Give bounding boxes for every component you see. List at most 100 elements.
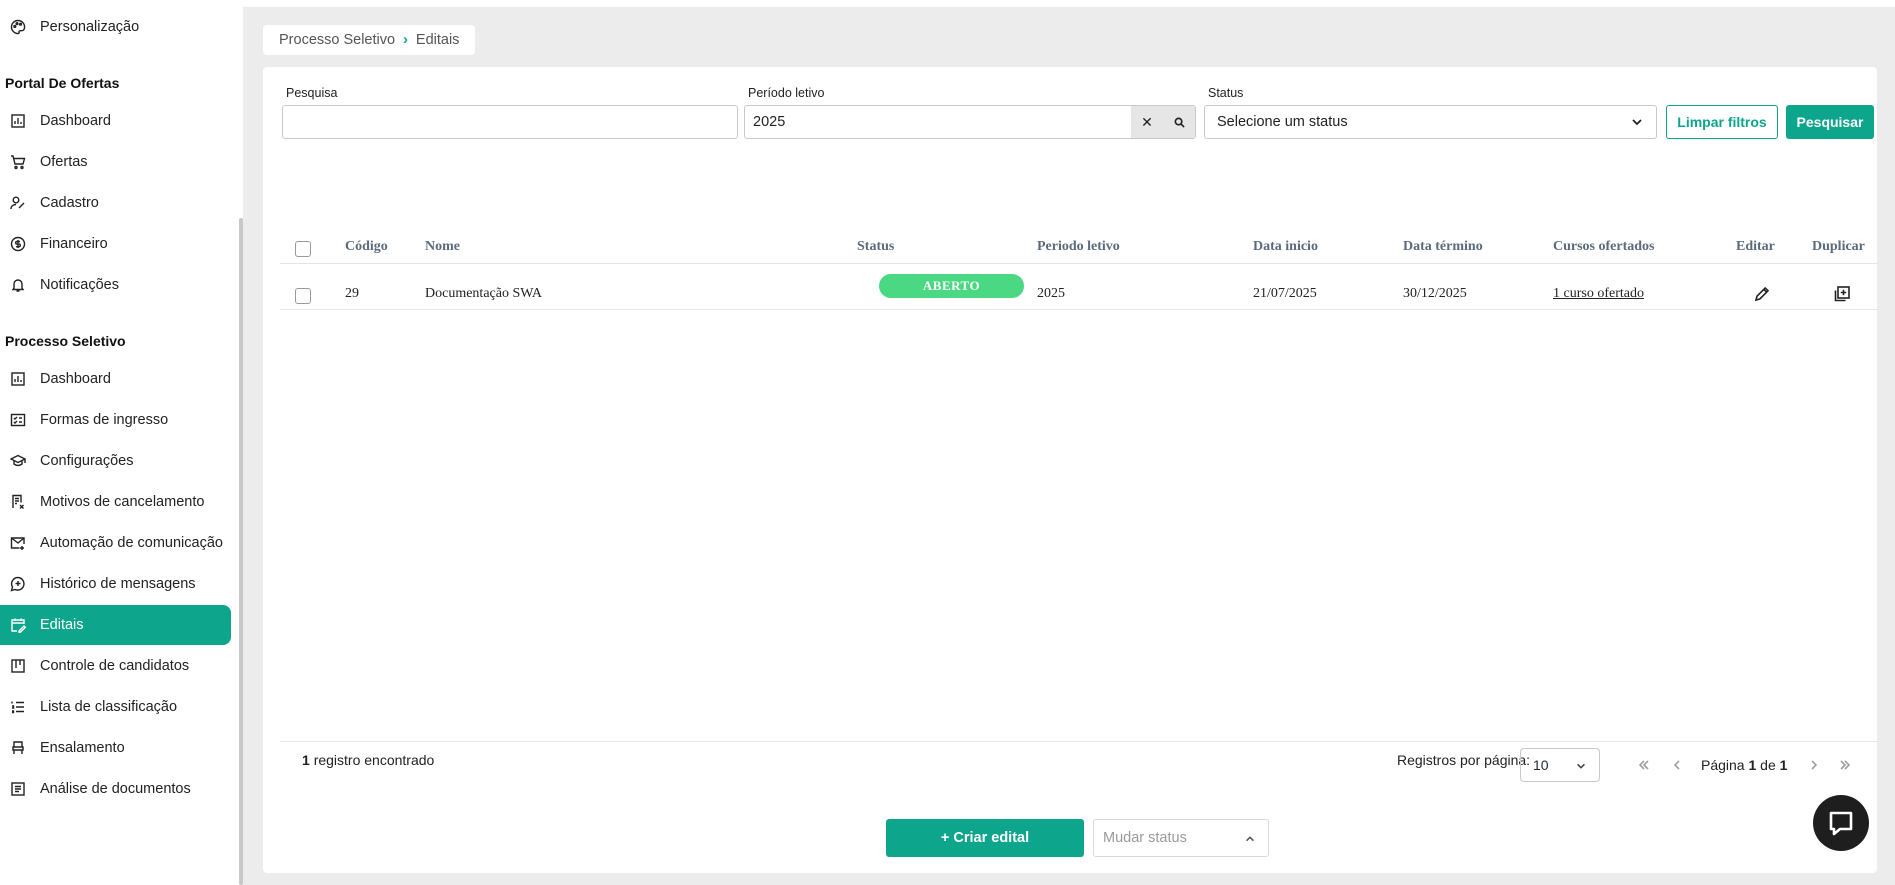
create-edital-button[interactable]: + Criar edital bbox=[886, 819, 1084, 857]
chevron-right-icon: › bbox=[403, 32, 408, 48]
per-page-value: 10 bbox=[1533, 757, 1549, 773]
page-of: de bbox=[1760, 757, 1776, 773]
row-checkbox[interactable] bbox=[295, 288, 311, 304]
chat-add-icon bbox=[10, 576, 26, 592]
cell-periodo: 2025 bbox=[1037, 286, 1065, 301]
sidebar-item-financeiro[interactable]: Financeiro bbox=[0, 224, 231, 264]
edit-pencil-icon[interactable] bbox=[1753, 285, 1771, 303]
footer-divider bbox=[280, 741, 1878, 742]
sidebar-item-label: Financeiro bbox=[40, 236, 108, 252]
per-page-label: Registros por página: bbox=[1397, 752, 1531, 768]
sidebar-item-notificacoes[interactable]: Notificações bbox=[0, 265, 231, 305]
sidebar-item-analise-documentos[interactable]: Análise de documentos bbox=[0, 769, 231, 809]
select-all-checkbox[interactable] bbox=[295, 241, 311, 257]
column-header-codigo: Código bbox=[345, 239, 388, 254]
page-current: 1 bbox=[1748, 757, 1757, 773]
cell-data-inicio: 21/07/2025 bbox=[1253, 286, 1317, 301]
sidebar-item-dashboard-processo[interactable]: Dashboard bbox=[0, 359, 231, 399]
search-label: Pesquisa bbox=[286, 86, 338, 100]
chart-icon bbox=[10, 371, 26, 387]
main-area: Processo Seletivo › Editais Pesquisa Per… bbox=[243, 7, 1895, 885]
breadcrumb-parent-link[interactable]: Processo Seletivo bbox=[279, 32, 395, 48]
clear-icon[interactable]: ✕ bbox=[1131, 106, 1163, 138]
first-page-icon[interactable] bbox=[1637, 758, 1651, 772]
user-sign-icon bbox=[10, 195, 26, 211]
sidebar-item-editais[interactable]: Editais bbox=[0, 605, 231, 645]
board-icon bbox=[10, 658, 26, 674]
last-page-icon[interactable] bbox=[1838, 758, 1852, 772]
bell-icon bbox=[10, 277, 26, 293]
period-actions: ✕ bbox=[1131, 106, 1195, 138]
palette-icon bbox=[10, 19, 26, 35]
sidebar-item-controle-candidatos[interactable]: Controle de candidatos bbox=[0, 646, 231, 686]
document-cancel-icon bbox=[10, 494, 26, 510]
sidebar: Personalização Portal De Ofertas Dashboa… bbox=[0, 0, 243, 885]
page-total: 1 bbox=[1779, 757, 1788, 773]
pagination-info: Página 1 de 1 bbox=[1701, 757, 1787, 773]
breadcrumb: Processo Seletivo › Editais bbox=[263, 25, 476, 55]
period-input[interactable]: 2025 ✕ bbox=[744, 105, 1196, 139]
sidebar-item-historico-mensagens[interactable]: Histórico de mensagens bbox=[0, 564, 231, 604]
sidebar-item-ensalamento[interactable]: Ensalamento bbox=[0, 728, 231, 768]
cell-codigo: 29 bbox=[345, 286, 359, 301]
chat-support-button[interactable] bbox=[1813, 795, 1869, 851]
sidebar-item-configuracoes[interactable]: Configurações bbox=[0, 441, 231, 481]
per-page-select[interactable]: 10 bbox=[1520, 748, 1600, 782]
record-count-number: 1 bbox=[302, 752, 310, 768]
sidebar-item-label: Dashboard bbox=[40, 113, 111, 129]
column-header-status: Status bbox=[857, 239, 895, 254]
change-status-select[interactable]: Mudar status bbox=[1093, 819, 1269, 857]
next-page-icon[interactable] bbox=[1807, 758, 1821, 772]
column-header-periodo: Periodo letivo bbox=[1037, 239, 1120, 254]
graduation-cap-icon bbox=[10, 453, 26, 469]
chevron-down-icon bbox=[1632, 119, 1642, 126]
sidebar-item-personalizacao[interactable]: Personalização bbox=[0, 7, 231, 47]
chevron-down-icon bbox=[1577, 763, 1585, 769]
sidebar-item-label: Dashboard bbox=[40, 371, 111, 387]
page-prefix: Página bbox=[1701, 757, 1745, 773]
status-label: Status bbox=[1208, 86, 1244, 100]
sidebar-item-label: Personalização bbox=[40, 19, 140, 35]
sidebar-section-title: Processo Seletivo bbox=[5, 333, 126, 349]
status-select[interactable]: Selecione um status bbox=[1204, 105, 1657, 139]
column-header-duplicar: Duplicar bbox=[1812, 239, 1865, 254]
numbered-list-icon bbox=[10, 699, 26, 715]
sidebar-item-ofertas[interactable]: Ofertas bbox=[0, 142, 231, 182]
sidebar-item-label: Formas de ingresso bbox=[40, 412, 169, 428]
chair-icon bbox=[10, 740, 26, 756]
search-button[interactable]: Pesquisar bbox=[1786, 105, 1874, 139]
sidebar-item-label: Lista de classificação bbox=[40, 699, 178, 715]
sidebar-item-motivos-cancelamento[interactable]: Motivos de cancelamento bbox=[0, 482, 231, 522]
courses-link[interactable]: 1 curso ofertado bbox=[1553, 286, 1644, 302]
sidebar-item-label: Notificações bbox=[40, 277, 119, 293]
chat-bubble-icon bbox=[1829, 811, 1853, 836]
search-input[interactable] bbox=[282, 105, 738, 139]
prev-page-icon[interactable] bbox=[1670, 758, 1684, 772]
duplicate-icon[interactable] bbox=[1832, 284, 1852, 304]
column-header-data-termino: Data término bbox=[1403, 239, 1483, 254]
sidebar-item-dashboard-ofertas[interactable]: Dashboard bbox=[0, 101, 231, 141]
sidebar-item-label: Histórico de mensagens bbox=[40, 576, 196, 592]
sidebar-item-label: Configurações bbox=[40, 453, 134, 469]
sidebar-item-cadastro[interactable]: Cadastro bbox=[0, 183, 231, 223]
clear-filters-button[interactable]: Limpar filtros bbox=[1666, 105, 1778, 139]
search-icon[interactable] bbox=[1163, 106, 1195, 138]
period-label: Período letivo bbox=[748, 86, 825, 100]
cell-nome: Documentação SWA bbox=[425, 286, 543, 301]
sidebar-item-automacao-comunicacao[interactable]: Automação de comunicação bbox=[0, 523, 231, 563]
period-value: 2025 bbox=[753, 114, 786, 130]
document-icon bbox=[10, 781, 26, 797]
sidebar-item-label: Editais bbox=[40, 617, 84, 633]
cart-icon bbox=[10, 154, 26, 170]
sidebar-item-label: Ofertas bbox=[40, 154, 88, 170]
status-badge: ABERTO bbox=[879, 274, 1024, 298]
column-header-data-inicio: Data inicio bbox=[1253, 239, 1318, 254]
sidebar-item-lista-classificacao[interactable]: Lista de classificação bbox=[0, 687, 231, 727]
sidebar-item-label: Análise de documentos bbox=[40, 781, 191, 797]
sidebar-item-formas-ingresso[interactable]: Formas de ingresso bbox=[0, 400, 231, 440]
mail-icon bbox=[10, 535, 26, 551]
row-divider bbox=[280, 309, 1878, 310]
record-count-label: registro encontrado bbox=[313, 752, 435, 768]
content-card: Pesquisa Período letivo 2025 ✕ Status Se… bbox=[263, 67, 1878, 873]
calendar-edit-icon bbox=[10, 617, 26, 633]
